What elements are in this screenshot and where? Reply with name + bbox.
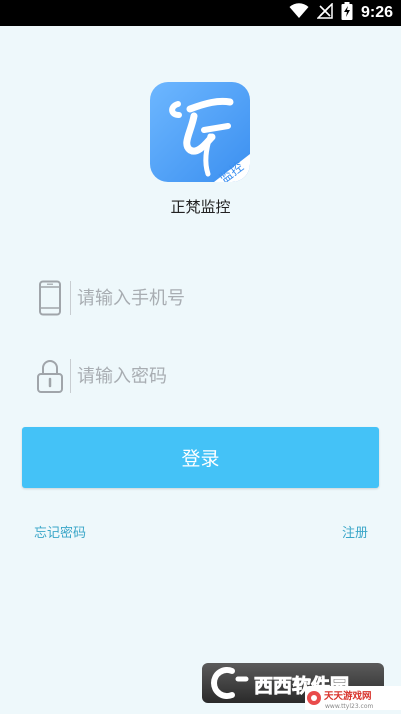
no-signal-icon <box>316 2 333 23</box>
app-name: 正梵监控 <box>170 198 231 216</box>
phone-field-row <box>36 278 376 318</box>
app-logo: 监控 <box>150 82 250 182</box>
watermark-sub-url: www.ttyl23.com <box>325 703 374 710</box>
phone-input[interactable] <box>77 280 376 316</box>
forgot-password-link[interactable]: 忘记密码 <box>34 522 86 541</box>
password-input[interactable] <box>77 358 376 394</box>
status-time: 9:26 <box>360 4 393 21</box>
field-divider <box>70 359 71 393</box>
status-icons: 9:26 <box>289 0 393 26</box>
watermark-sub-brand: 天天游戏网 <box>324 690 372 702</box>
password-field-row <box>36 356 376 396</box>
login-button[interactable]: 登录 <box>22 427 379 488</box>
status-bar: 9:26 <box>0 0 401 26</box>
phone-icon <box>36 279 64 317</box>
register-link[interactable]: 注册 <box>342 522 368 541</box>
lock-icon <box>36 357 64 395</box>
battery-charging-icon <box>341 2 353 24</box>
field-divider <box>70 281 71 315</box>
wifi-icon <box>289 3 309 23</box>
watermark-sub: 天天游戏网 www.ttyl23.com <box>305 686 401 710</box>
